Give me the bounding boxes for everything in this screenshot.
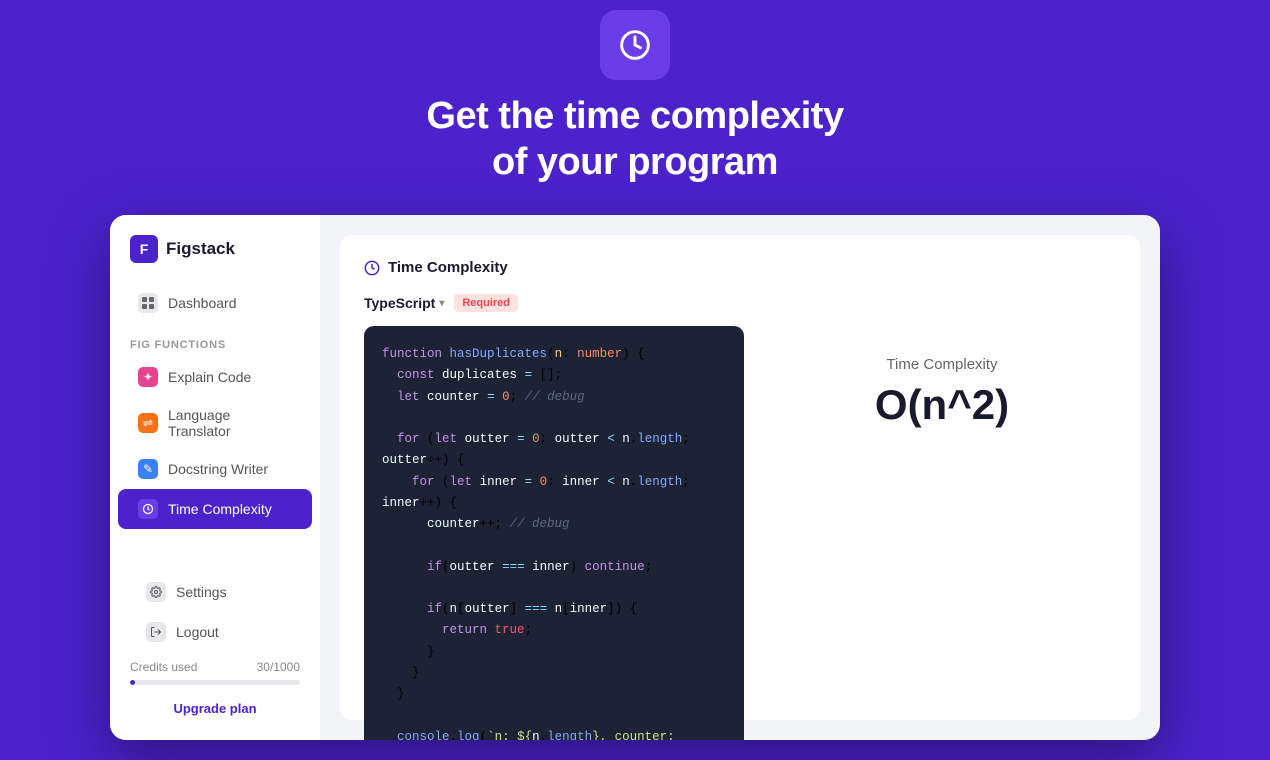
sidebar-item-explain-code[interactable]: ✦ Explain Code (118, 357, 312, 397)
dashboard-icon (138, 293, 158, 313)
language-selector[interactable]: TypeScript ▾ (364, 295, 444, 311)
code-line-14: } (382, 663, 726, 684)
result-panel: Time Complexity O(n^2) (768, 326, 1116, 459)
main-content: Time Complexity TypeScript ▾ Required fu… (320, 215, 1160, 740)
panel-title: Time Complexity (388, 259, 508, 276)
panel: Time Complexity TypeScript ▾ Required fu… (340, 235, 1140, 720)
code-line-16 (382, 705, 726, 726)
docstring-writer-icon: ✎ (138, 459, 158, 479)
code-line-12: return true; (382, 620, 726, 641)
language-translator-icon: ⇌ (138, 413, 158, 433)
sidebar: F Figstack Dashboard FIG FUNCTIONS ✦ Exp… (110, 215, 320, 740)
app-window: F Figstack Dashboard FIG FUNCTIONS ✦ Exp… (110, 215, 1160, 740)
chevron-down-icon: ▾ (439, 298, 444, 309)
explain-code-label: Explain Code (168, 369, 251, 385)
time-complexity-label: Time Complexity (168, 501, 272, 517)
code-line-2: const duplicates = []; (382, 365, 726, 386)
sidebar-item-language-translator[interactable]: ⇌ Language Translator (118, 397, 312, 449)
language-row: TypeScript ▾ Required (364, 294, 1116, 312)
code-line-3: let counter = 0; // debug (382, 387, 726, 408)
required-badge: Required (454, 294, 518, 312)
content-row: function hasDuplicates(n: number) { cons… (364, 326, 1116, 740)
code-line-5: for (let outter = 0; outter < n.length; … (382, 429, 726, 472)
fig-functions-label: FIG FUNCTIONS (110, 323, 320, 357)
docstring-writer-label: Docstring Writer (168, 461, 268, 477)
hero-title: Get the time complexity of your program (426, 94, 843, 185)
code-line-1: function hasDuplicates(n: number) { (382, 344, 726, 365)
result-label: Time Complexity (886, 356, 997, 373)
dashboard-label: Dashboard (168, 295, 237, 311)
code-line-9: if(outter === inner) continue; (382, 557, 726, 578)
clock-icon (619, 29, 651, 61)
logo-icon: F (130, 235, 158, 263)
hero-icon-wrapper (600, 10, 670, 80)
hero-section: Get the time complexity of your program (0, 0, 1270, 230)
language-value: TypeScript (364, 295, 435, 311)
code-line-7: counter++; // debug (382, 514, 726, 535)
credits-bar-bg (130, 680, 300, 685)
sidebar-item-docstring-writer[interactable]: ✎ Docstring Writer (118, 449, 312, 489)
settings-icon (146, 582, 166, 602)
logout-icon (146, 622, 166, 642)
panel-clock-icon (364, 260, 380, 276)
code-line-4 (382, 408, 726, 429)
sidebar-item-time-complexity[interactable]: Time Complexity (118, 489, 312, 529)
credits-text: Credits used (130, 660, 197, 674)
code-editor[interactable]: function hasDuplicates(n: number) { cons… (364, 326, 744, 740)
logo-name: Figstack (166, 239, 235, 259)
language-translator-label: Language Translator (168, 407, 292, 439)
code-line-11: if(n[outter] === n[inner]) { (382, 599, 726, 620)
sidebar-item-logout[interactable]: Logout (126, 612, 304, 652)
credits-label-row: Credits used 30/1000 (130, 660, 300, 674)
settings-label: Settings (176, 584, 227, 600)
code-line-13: } (382, 642, 726, 663)
credits-section: Credits used 30/1000 (118, 652, 312, 697)
time-complexity-icon (138, 499, 158, 519)
credits-count: 30/1000 (257, 660, 300, 674)
logout-label: Logout (176, 624, 219, 640)
code-line-17: console.log(`n: ${n.length}, counter: ${… (382, 727, 726, 741)
explain-code-icon: ✦ (138, 367, 158, 387)
code-line-15: } (382, 684, 726, 705)
panel-header: Time Complexity (364, 259, 1116, 276)
code-line-6: for (let inner = 0; inner < n.length; in… (382, 472, 726, 515)
sidebar-logo: F Figstack (110, 235, 320, 283)
code-line-10 (382, 578, 726, 599)
sidebar-item-dashboard[interactable]: Dashboard (118, 283, 312, 323)
credits-bar-fill (130, 680, 135, 685)
result-value: O(n^2) (875, 381, 1009, 429)
sidebar-item-settings[interactable]: Settings (126, 572, 304, 612)
upgrade-plan-button[interactable]: Upgrade plan (118, 697, 312, 720)
code-line-8 (382, 535, 726, 556)
sidebar-bottom: Settings Logout Credits used 30/1000 (110, 572, 320, 720)
